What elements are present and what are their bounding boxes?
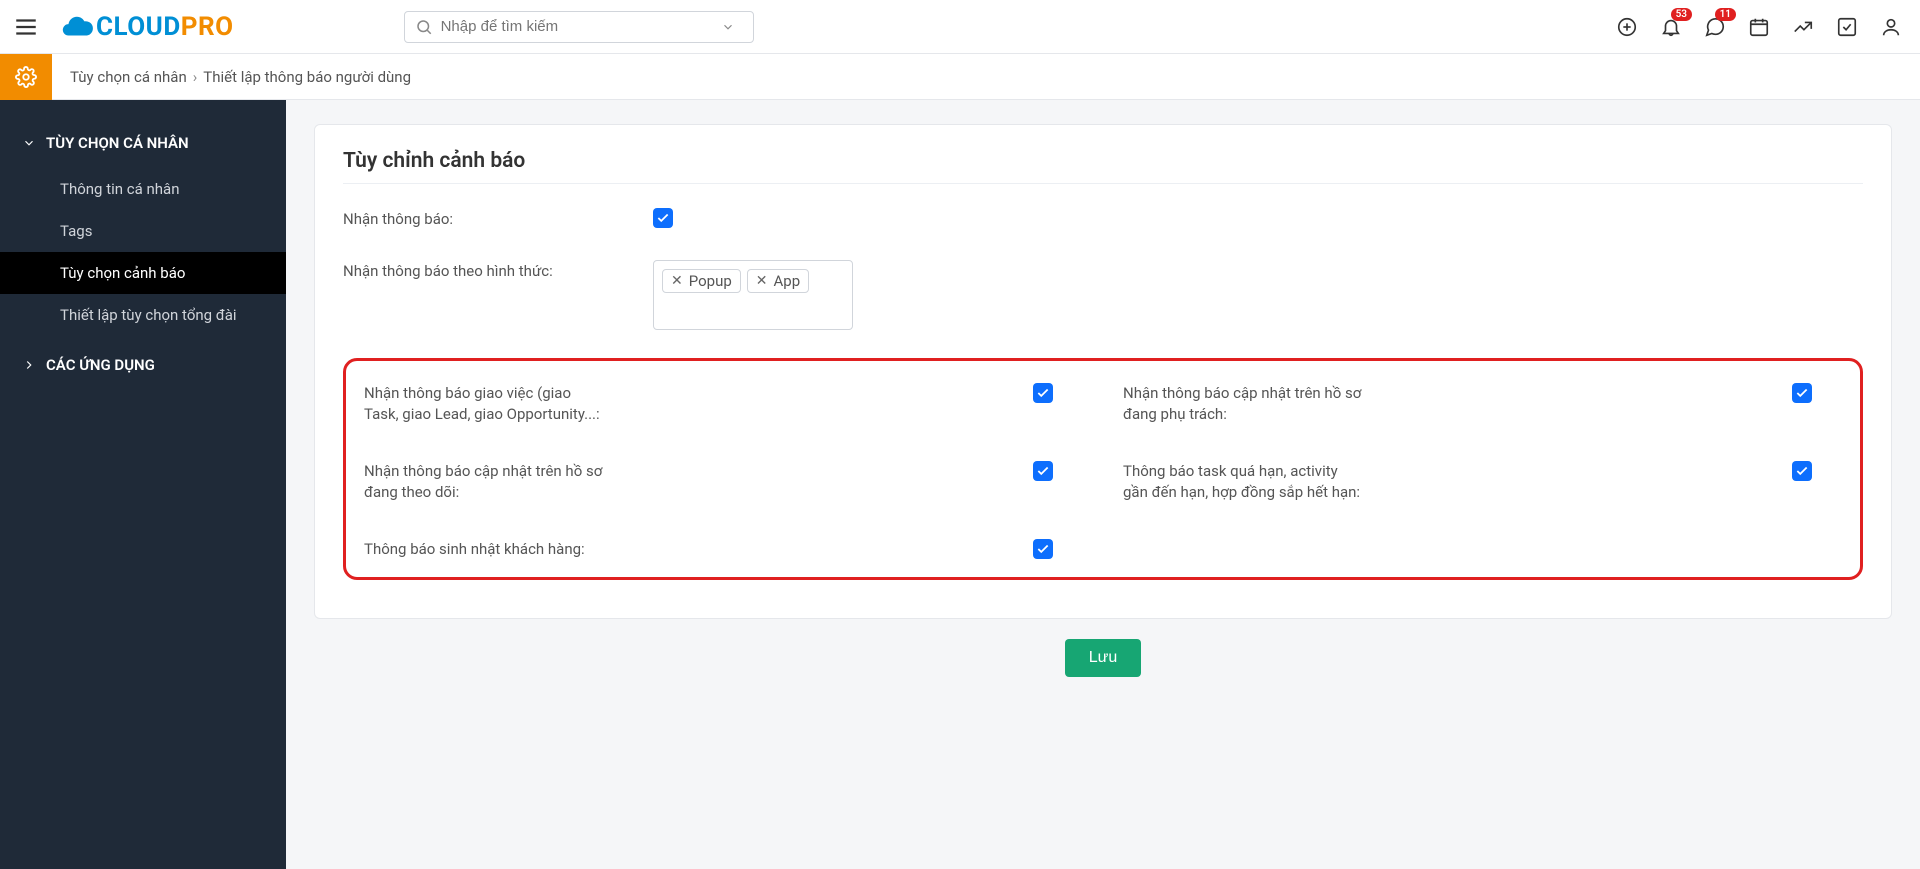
logo[interactable]: CLOUDPRO bbox=[60, 10, 234, 44]
chevron-down-icon bbox=[22, 136, 36, 150]
chevron-down-icon[interactable] bbox=[721, 20, 735, 34]
plus-circle-icon bbox=[1616, 16, 1638, 38]
check-icon bbox=[1795, 386, 1809, 400]
card-title: Tùy chỉnh cảnh báo bbox=[343, 149, 1863, 173]
check-icon bbox=[1795, 464, 1809, 478]
option-birthday: Thông báo sinh nhật khách hàng: bbox=[364, 539, 1083, 563]
checkbox-update-following[interactable] bbox=[1033, 461, 1053, 481]
tag-popup[interactable]: ✕ Popup bbox=[662, 269, 741, 293]
check-square-icon bbox=[1836, 16, 1858, 38]
chart-icon bbox=[1792, 16, 1814, 38]
search-wrap bbox=[404, 11, 754, 43]
layout: TÙY CHỌN CÁ NHÂN Thông tin cá nhân Tags … bbox=[0, 100, 1920, 869]
breadcrumb-item[interactable]: Tùy chọn cá nhân bbox=[70, 68, 187, 86]
checkbox-assign-task[interactable] bbox=[1033, 383, 1053, 403]
search-icon bbox=[415, 18, 433, 36]
row-receive-notification: Nhận thông báo: bbox=[343, 208, 1863, 232]
messages-button[interactable]: 11 bbox=[1704, 16, 1726, 38]
hamburger-icon bbox=[13, 14, 39, 40]
sidebar-group-label: TÙY CHỌN CÁ NHÂN bbox=[46, 134, 189, 152]
search-box[interactable] bbox=[404, 11, 754, 43]
sidebar-group-label: CÁC ỨNG DỤNG bbox=[46, 356, 155, 374]
checkbox-overdue[interactable] bbox=[1792, 461, 1812, 481]
label-receive: Nhận thông báo: bbox=[343, 208, 653, 228]
cloud-icon bbox=[60, 10, 94, 44]
profile-button[interactable] bbox=[1880, 16, 1902, 38]
breadcrumb: Tùy chọn cá nhân › Thiết lập thông báo n… bbox=[70, 68, 411, 86]
option-overdue: Thông báo task quá hạn, activity gần đến… bbox=[1123, 461, 1842, 503]
close-icon[interactable]: ✕ bbox=[671, 273, 683, 289]
bell-badge: 53 bbox=[1671, 8, 1692, 21]
checkbox-update-assigned[interactable] bbox=[1792, 383, 1812, 403]
notification-method-select[interactable]: ✕ Popup ✕ App bbox=[653, 260, 853, 330]
option-assign-task: Nhận thông báo giao việc (giao Task, gia… bbox=[364, 383, 1083, 425]
logo-text-cloud: CLOUD bbox=[96, 12, 181, 42]
check-icon bbox=[656, 211, 670, 225]
sidebar-group-personal: TÙY CHỌN CÁ NHÂN Thông tin cá nhân Tags … bbox=[0, 124, 286, 346]
user-icon bbox=[1880, 16, 1902, 38]
settings-button[interactable] bbox=[0, 54, 52, 100]
divider bbox=[343, 183, 1863, 184]
topbar-actions: 53 11 bbox=[1616, 16, 1920, 38]
search-input[interactable] bbox=[441, 18, 721, 35]
tag-app[interactable]: ✕ App bbox=[747, 269, 809, 293]
sidebar-items: Thông tin cá nhân Tags Tùy chọn cảnh báo… bbox=[22, 168, 266, 336]
breadcrumb-row: Tùy chọn cá nhân › Thiết lập thông báo n… bbox=[0, 54, 1920, 100]
tasks-button[interactable] bbox=[1836, 16, 1858, 38]
check-icon bbox=[1036, 464, 1050, 478]
save-row: Lưu bbox=[314, 619, 1892, 697]
hamburger-button[interactable] bbox=[0, 0, 52, 54]
option-label: Nhận thông báo cập nhật trên hồ sơ đang … bbox=[1123, 383, 1383, 425]
logo-text-pro: PRO bbox=[181, 12, 234, 42]
checkbox-birthday[interactable] bbox=[1033, 539, 1053, 559]
option-label: Nhận thông báo giao việc (giao Task, gia… bbox=[364, 383, 624, 425]
top-bar: CLOUDPRO 53 11 bbox=[0, 0, 1920, 54]
sidebar-item-alerts[interactable]: Tùy chọn cảnh báo bbox=[0, 252, 286, 294]
sidebar-item-callcenter[interactable]: Thiết lập tùy chọn tổng đài bbox=[22, 294, 266, 336]
tag-label: Popup bbox=[689, 272, 732, 290]
sidebar-group-apps: CÁC ỨNG DỤNG bbox=[0, 346, 286, 394]
add-button[interactable] bbox=[1616, 16, 1638, 38]
check-icon bbox=[1036, 542, 1050, 556]
check-icon bbox=[1036, 386, 1050, 400]
sidebar: TÙY CHỌN CÁ NHÂN Thông tin cá nhân Tags … bbox=[0, 100, 286, 869]
main-content: Tùy chỉnh cảnh báo Nhận thông báo: Nhận … bbox=[286, 100, 1920, 869]
sidebar-item-tags[interactable]: Tags bbox=[22, 210, 266, 252]
sidebar-item-profile[interactable]: Thông tin cá nhân bbox=[22, 168, 266, 210]
tag-label: App bbox=[774, 272, 801, 290]
option-update-following: Nhận thông báo cập nhật trên hồ sơ đang … bbox=[364, 461, 1083, 503]
checkbox-receive[interactable] bbox=[653, 208, 673, 228]
settings-card: Tùy chỉnh cảnh báo Nhận thông báo: Nhận … bbox=[314, 124, 1892, 619]
calendar-icon bbox=[1748, 16, 1770, 38]
option-label: Thông báo sinh nhật khách hàng: bbox=[364, 539, 624, 560]
breadcrumb-item[interactable]: Thiết lập thông báo người dùng bbox=[203, 68, 411, 86]
option-label: Nhận thông báo cập nhật trên hồ sơ đang … bbox=[364, 461, 624, 503]
sidebar-group-head-personal[interactable]: TÙY CHỌN CÁ NHÂN bbox=[22, 124, 266, 162]
sidebar-group-head-apps[interactable]: CÁC ỨNG DỤNG bbox=[22, 346, 266, 384]
gear-icon bbox=[15, 66, 37, 88]
highlighted-options: Nhận thông báo giao việc (giao Task, gia… bbox=[343, 358, 1863, 580]
chevron-right-icon bbox=[22, 358, 36, 372]
option-update-assigned: Nhận thông báo cập nhật trên hồ sơ đang … bbox=[1123, 383, 1842, 425]
reports-button[interactable] bbox=[1792, 16, 1814, 38]
notifications-button[interactable]: 53 bbox=[1660, 16, 1682, 38]
calendar-button[interactable] bbox=[1748, 16, 1770, 38]
breadcrumb-separator: › bbox=[193, 68, 198, 86]
close-icon[interactable]: ✕ bbox=[756, 273, 768, 289]
row-notification-method: Nhận thông báo theo hình thức: ✕ Popup ✕ A… bbox=[343, 260, 1863, 330]
option-label: Thông báo task quá hạn, activity gần đến… bbox=[1123, 461, 1383, 503]
chat-badge: 11 bbox=[1715, 8, 1736, 21]
label-method: Nhận thông báo theo hình thức: bbox=[343, 260, 653, 280]
save-button[interactable]: Lưu bbox=[1065, 639, 1142, 677]
